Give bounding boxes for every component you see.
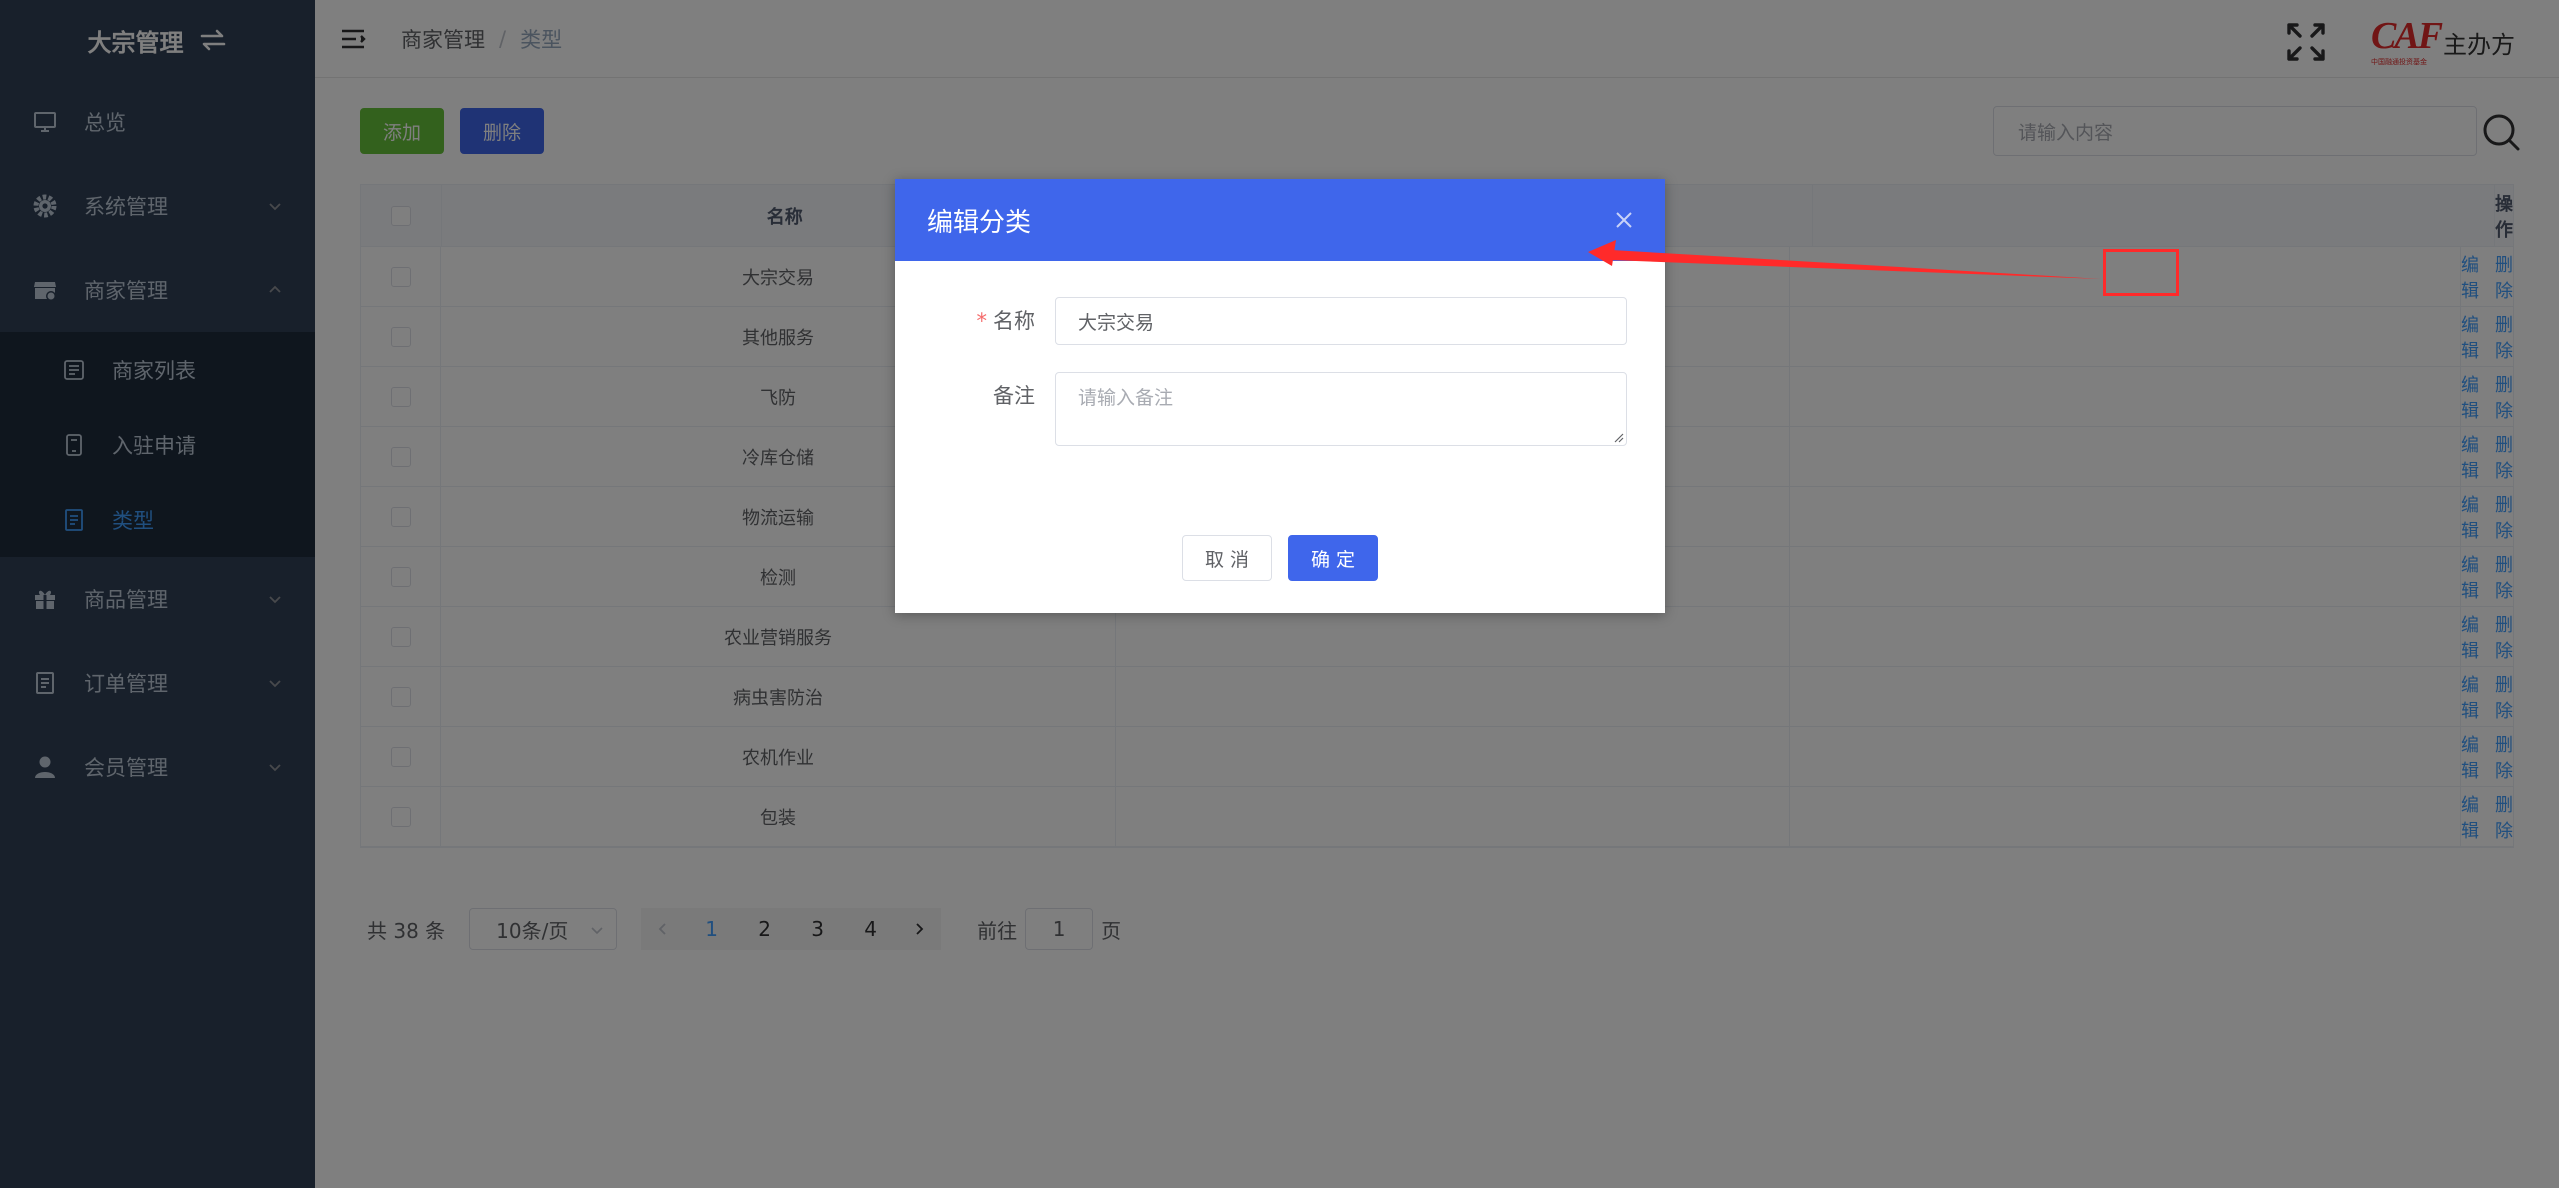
dialog-title: 编辑分类: [927, 207, 1032, 238]
form-row-remark: 备注 请输入备注: [895, 372, 1627, 446]
close-icon[interactable]: [1615, 211, 1633, 229]
name-label-text: 名称: [993, 309, 1035, 333]
cancel-button[interactable]: 取 消: [1181, 535, 1272, 581]
dialog-footer: 取 消 确 定: [895, 535, 1665, 581]
remark-textarea[interactable]: 请输入备注: [1055, 372, 1627, 446]
required-mark: *: [976, 309, 988, 333]
remark-placeholder: 请输入备注: [1078, 387, 1174, 409]
form-row-name: * 名称 大宗交易: [895, 297, 1627, 345]
resize-handle-icon[interactable]: [1612, 431, 1624, 443]
name-input[interactable]: 大宗交易: [1055, 297, 1627, 345]
dialog-header: 编辑分类: [895, 179, 1665, 261]
confirm-button[interactable]: 确 定: [1288, 535, 1379, 581]
annotation-highlight-box: [2103, 249, 2179, 296]
name-label: * 名称: [895, 297, 1055, 345]
remark-label: 备注: [993, 384, 1035, 408]
edit-category-dialog: 编辑分类 * 名称 大宗交易 备注 请输入备注 取 消 确 定: [895, 179, 1665, 613]
